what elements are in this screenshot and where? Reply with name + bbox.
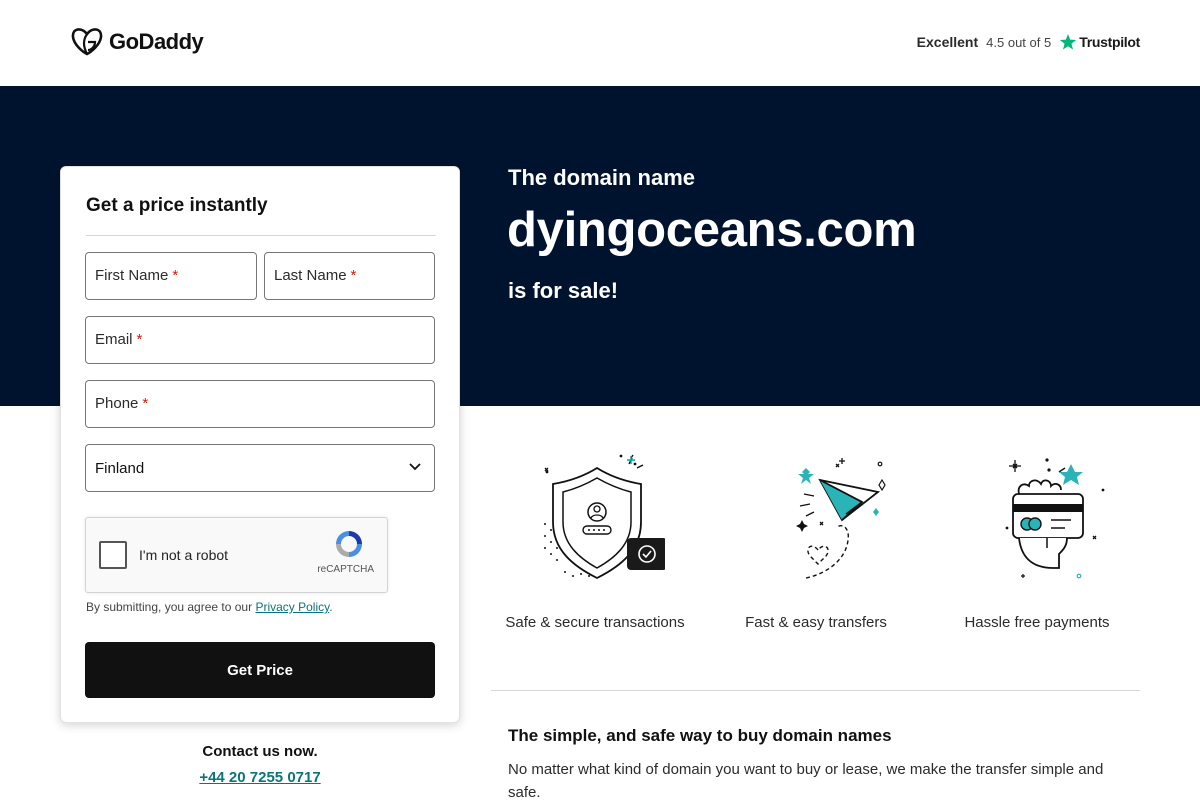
first-name-field[interactable]: First Name * [85, 252, 257, 300]
first-name-label: First Name * [95, 267, 179, 284]
privacy-policy-link[interactable]: Privacy Policy [255, 600, 329, 614]
paper-plane-icon [796, 458, 886, 579]
trust-score: 4.5 out of 5 [986, 34, 1052, 50]
required-mark: * [142, 395, 149, 412]
feature-transfers: Fast & easy transfers [716, 450, 916, 631]
feature-label: Safe & secure transactions [505, 614, 685, 631]
site-header: GoDaddy Excellent 4.5 out of 5 Trustpilo… [0, 0, 1200, 86]
last-name-label: Last Name * [274, 267, 357, 284]
required-mark: * [172, 267, 179, 284]
email-field[interactable]: Email * [85, 316, 435, 364]
email-label: Email * [95, 331, 143, 348]
trustpilot-brand: Trustpilot [1079, 34, 1140, 50]
country-select[interactable]: Finland [85, 444, 435, 492]
recaptcha-widget: I'm not a robot reCAPTCHA [85, 517, 388, 593]
feature-label: Hassle free payments [964, 614, 1110, 631]
trustpilot-widget[interactable]: Excellent 4.5 out of 5 Trustpilot [916, 33, 1141, 51]
recaptcha-label: I'm not a robot [139, 547, 229, 563]
hero-post-text: is for sale! [508, 278, 619, 303]
trustpilot-star-icon [1060, 34, 1077, 50]
trust-rating-label: Excellent [916, 34, 979, 50]
form-divider [86, 235, 436, 236]
contact-phone-link[interactable]: +44 20 7255 0717 [60, 769, 460, 786]
last-name-field[interactable]: Last Name * [264, 252, 435, 300]
contact-label: Contact us now. [202, 743, 318, 760]
phone-field[interactable]: Phone * [85, 380, 435, 428]
info-title: The simple, and safe way to buy domain n… [508, 726, 892, 745]
recaptcha-checkbox[interactable] [99, 541, 127, 569]
godaddy-logo-icon [71, 28, 103, 56]
required-mark: * [136, 331, 143, 348]
section-divider [491, 690, 1140, 691]
recaptcha-brand: reCAPTCHA [317, 564, 374, 575]
domain-name: dyingoceans.com [507, 203, 917, 257]
country-selected-value: Finland [95, 460, 145, 477]
get-price-button[interactable]: Get Price [85, 642, 435, 698]
form-title: Get a price instantly [86, 195, 268, 216]
feature-label: Fast & easy transfers [745, 614, 887, 631]
feature-secure: Safe & secure transactions [495, 450, 695, 631]
card-payment-icon [1005, 458, 1105, 579]
phone-label: Phone * [95, 395, 149, 412]
logo-text: GoDaddy [109, 29, 204, 54]
chevron-down-icon [409, 463, 421, 471]
godaddy-logo[interactable]: GoDaddy [71, 28, 204, 56]
feature-payments: Hassle free payments [937, 450, 1137, 631]
shield-icon [544, 454, 665, 580]
consent-text: By submitting, you agree to our Privacy … [86, 600, 333, 614]
required-mark: * [350, 267, 357, 284]
info-body: No matter what kind of domain you want t… [508, 761, 1104, 801]
price-form-card: Get a price instantly First Name * Last N… [60, 166, 460, 723]
recaptcha-logo-icon [336, 531, 362, 557]
hero-pre-text: The domain name [508, 165, 696, 190]
